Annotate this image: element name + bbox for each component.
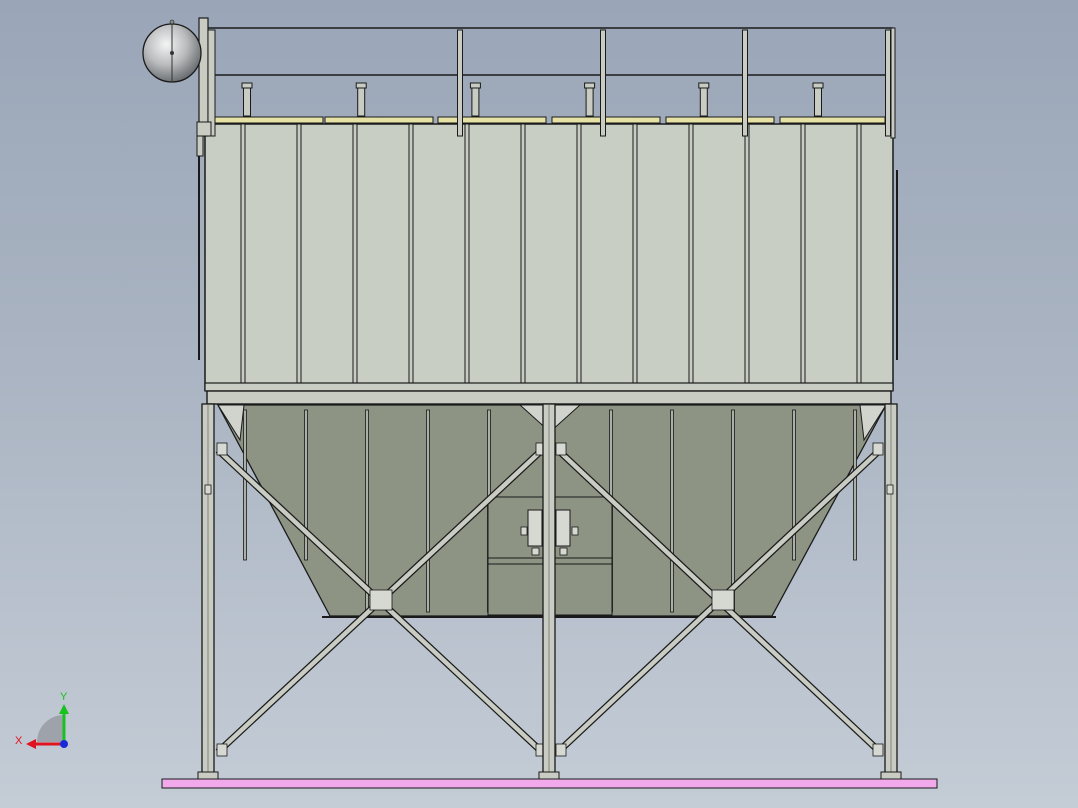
brace-center-plate xyxy=(369,589,393,611)
brace-center-plate xyxy=(711,589,735,611)
hopper-gusset-left xyxy=(217,404,245,442)
brace-gusset xyxy=(555,743,567,757)
hopper-rib xyxy=(243,409,247,561)
pipe-stem xyxy=(471,87,480,117)
pipe-stem xyxy=(243,87,251,117)
support-column xyxy=(880,403,902,780)
railing-post xyxy=(890,27,896,139)
top-plates xyxy=(214,116,886,124)
housing-bottom-flange xyxy=(204,382,894,392)
housing-stiffener xyxy=(296,123,302,387)
purge-pipe xyxy=(584,82,596,117)
support-ring-beam xyxy=(206,390,892,405)
housing-stiffener xyxy=(632,123,638,387)
railing-post xyxy=(885,29,891,137)
hopper-rib xyxy=(365,409,369,613)
top-plate xyxy=(665,116,775,124)
hopper-rib xyxy=(426,409,430,613)
housing-stiffener xyxy=(856,123,862,387)
railing-post xyxy=(457,29,463,137)
purge-pipe xyxy=(241,82,253,117)
housing-stiffener xyxy=(688,123,694,387)
railing-post xyxy=(600,29,606,137)
column-foot xyxy=(880,771,902,780)
housing-stiffener xyxy=(408,123,414,387)
housing-stiffener xyxy=(464,123,470,387)
railing-post xyxy=(742,29,748,137)
column-foot xyxy=(538,771,560,780)
purge-pipes xyxy=(241,82,824,117)
housing-stiffener xyxy=(240,123,246,387)
coordinate-triad[interactable]: Y X xyxy=(15,691,69,749)
ladder-post xyxy=(198,17,209,137)
hopper-rib xyxy=(792,409,796,561)
triad-x-label: X xyxy=(15,735,23,747)
housing-stiffener xyxy=(520,123,526,387)
top-plate xyxy=(779,116,886,124)
base-plate xyxy=(161,778,938,789)
housing-stiffener xyxy=(576,123,582,387)
filter-housing xyxy=(198,123,898,405)
triad-x-arrow xyxy=(26,739,36,749)
dust-collector-model[interactable]: Y X xyxy=(0,0,1078,808)
purge-pipe xyxy=(355,82,367,117)
brace-gusset xyxy=(872,743,884,757)
pipe-cap xyxy=(584,82,596,89)
door-latch-left xyxy=(527,509,543,547)
pipe-stem xyxy=(814,87,822,117)
housing-stiffener xyxy=(800,123,806,387)
hopper-gusset-right xyxy=(859,404,887,442)
brace-gusset xyxy=(872,442,884,456)
pipe-stem xyxy=(357,87,366,117)
hopper-rib xyxy=(670,409,674,613)
support-column xyxy=(197,403,219,780)
brace-gusset xyxy=(216,743,228,757)
triad-z-axis xyxy=(60,740,68,748)
pipe-stem xyxy=(699,87,708,117)
brace-gusset xyxy=(555,442,567,456)
triad-sector xyxy=(37,715,64,742)
cad-viewport[interactable]: Y X xyxy=(0,0,1078,808)
pipe-cap xyxy=(355,82,367,89)
hopper-rib xyxy=(853,409,857,561)
air-tank[interactable] xyxy=(142,19,202,83)
purge-pipe xyxy=(698,82,710,117)
triad-y-label: Y xyxy=(60,691,68,703)
pipe-cap xyxy=(469,82,481,89)
housing-stiffener xyxy=(352,123,358,387)
pipe-cap xyxy=(241,82,253,89)
top-plate xyxy=(214,116,324,124)
top-plate xyxy=(437,116,547,124)
top-plate xyxy=(324,116,434,124)
column-foot xyxy=(197,771,219,780)
pipe-cap xyxy=(812,82,824,89)
triad-y-arrow xyxy=(59,704,69,714)
purge-pipe xyxy=(469,82,481,117)
housing-panel xyxy=(204,123,894,391)
door-latch-right xyxy=(555,509,571,547)
brace-gusset xyxy=(216,442,228,456)
housing-stiffener xyxy=(744,123,750,387)
pipe-stem xyxy=(585,87,594,117)
pipe-cap xyxy=(698,82,710,89)
hopper-rib xyxy=(731,409,735,613)
purge-pipe xyxy=(812,82,824,117)
